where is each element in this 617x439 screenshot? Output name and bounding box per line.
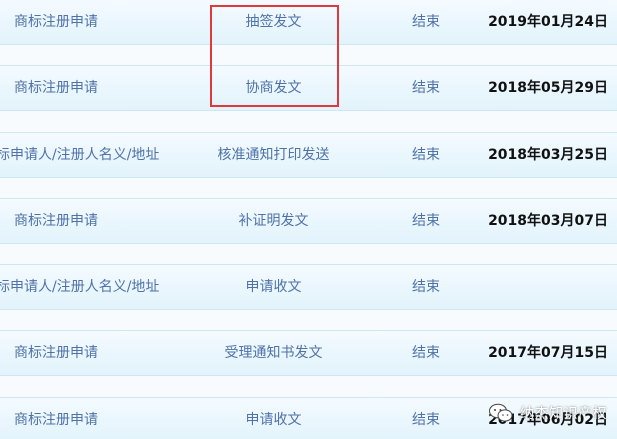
row-type: 商标注册申请 bbox=[14, 213, 98, 229]
row-event: 核准通知打印发送 bbox=[217, 147, 330, 163]
row-type: 标申请人/注册人名义/地址 bbox=[0, 279, 160, 295]
row-event: 申请收文 bbox=[245, 279, 302, 295]
row-date: 2019年01月24日 bbox=[488, 14, 608, 30]
row-event: 抽签发文 bbox=[245, 14, 302, 30]
row-date: 2017年06月02日 bbox=[488, 412, 608, 428]
row-type: 商标注册申请 bbox=[14, 345, 98, 361]
row-status: 结束 bbox=[412, 147, 440, 163]
row-event: 协商发文 bbox=[245, 80, 302, 96]
row-type: 商标注册申请 bbox=[14, 412, 98, 428]
row-status: 结束 bbox=[412, 14, 440, 30]
row-status: 结束 bbox=[412, 80, 440, 96]
row-type: 商标注册申请 bbox=[14, 14, 98, 30]
row-date: 2018年03月25日 bbox=[488, 147, 608, 163]
row-event: 申请收文 bbox=[245, 412, 302, 428]
table-row: 商标注册申请 申请收文 结束 2017年06月02日 bbox=[0, 397, 617, 439]
row-status: 结束 bbox=[412, 213, 440, 229]
table-row: 商标注册申请 补证明发文 结束 2018年03月07日 bbox=[0, 198, 617, 244]
row-date: 2018年05月29日 bbox=[488, 80, 608, 96]
row-date bbox=[470, 265, 608, 309]
row-status: 结束 bbox=[412, 279, 440, 295]
row-date: 2017年07月15日 bbox=[488, 345, 608, 361]
row-event: 补证明发文 bbox=[238, 213, 309, 229]
table-row: 商标注册申请 协商发文 结束 2018年05月29日 bbox=[0, 65, 617, 111]
row-status: 结束 bbox=[412, 412, 440, 428]
row-type: 商标注册申请 bbox=[14, 80, 98, 96]
status-table: 商标注册申请 抽签发文 结束 2019年01月24日 商标注册申请 协商发文 结… bbox=[0, 0, 617, 439]
table-row: 标申请人/注册人名义/地址 申请收文 结束 bbox=[0, 264, 617, 310]
table-row: 商标注册申请 抽签发文 结束 2019年01月24日 bbox=[0, 0, 617, 45]
row-date: 2018年03月07日 bbox=[488, 213, 608, 229]
table-row: 标申请人/注册人名义/地址 核准通知打印发送 结束 2018年03月25日 bbox=[0, 132, 617, 178]
row-status: 结束 bbox=[412, 345, 440, 361]
table-row: 商标注册申请 受理通知书发文 结束 2017年07月15日 bbox=[0, 330, 617, 376]
row-event: 受理通知书发文 bbox=[224, 345, 323, 361]
row-type: 标申请人/注册人名义/地址 bbox=[0, 147, 160, 163]
